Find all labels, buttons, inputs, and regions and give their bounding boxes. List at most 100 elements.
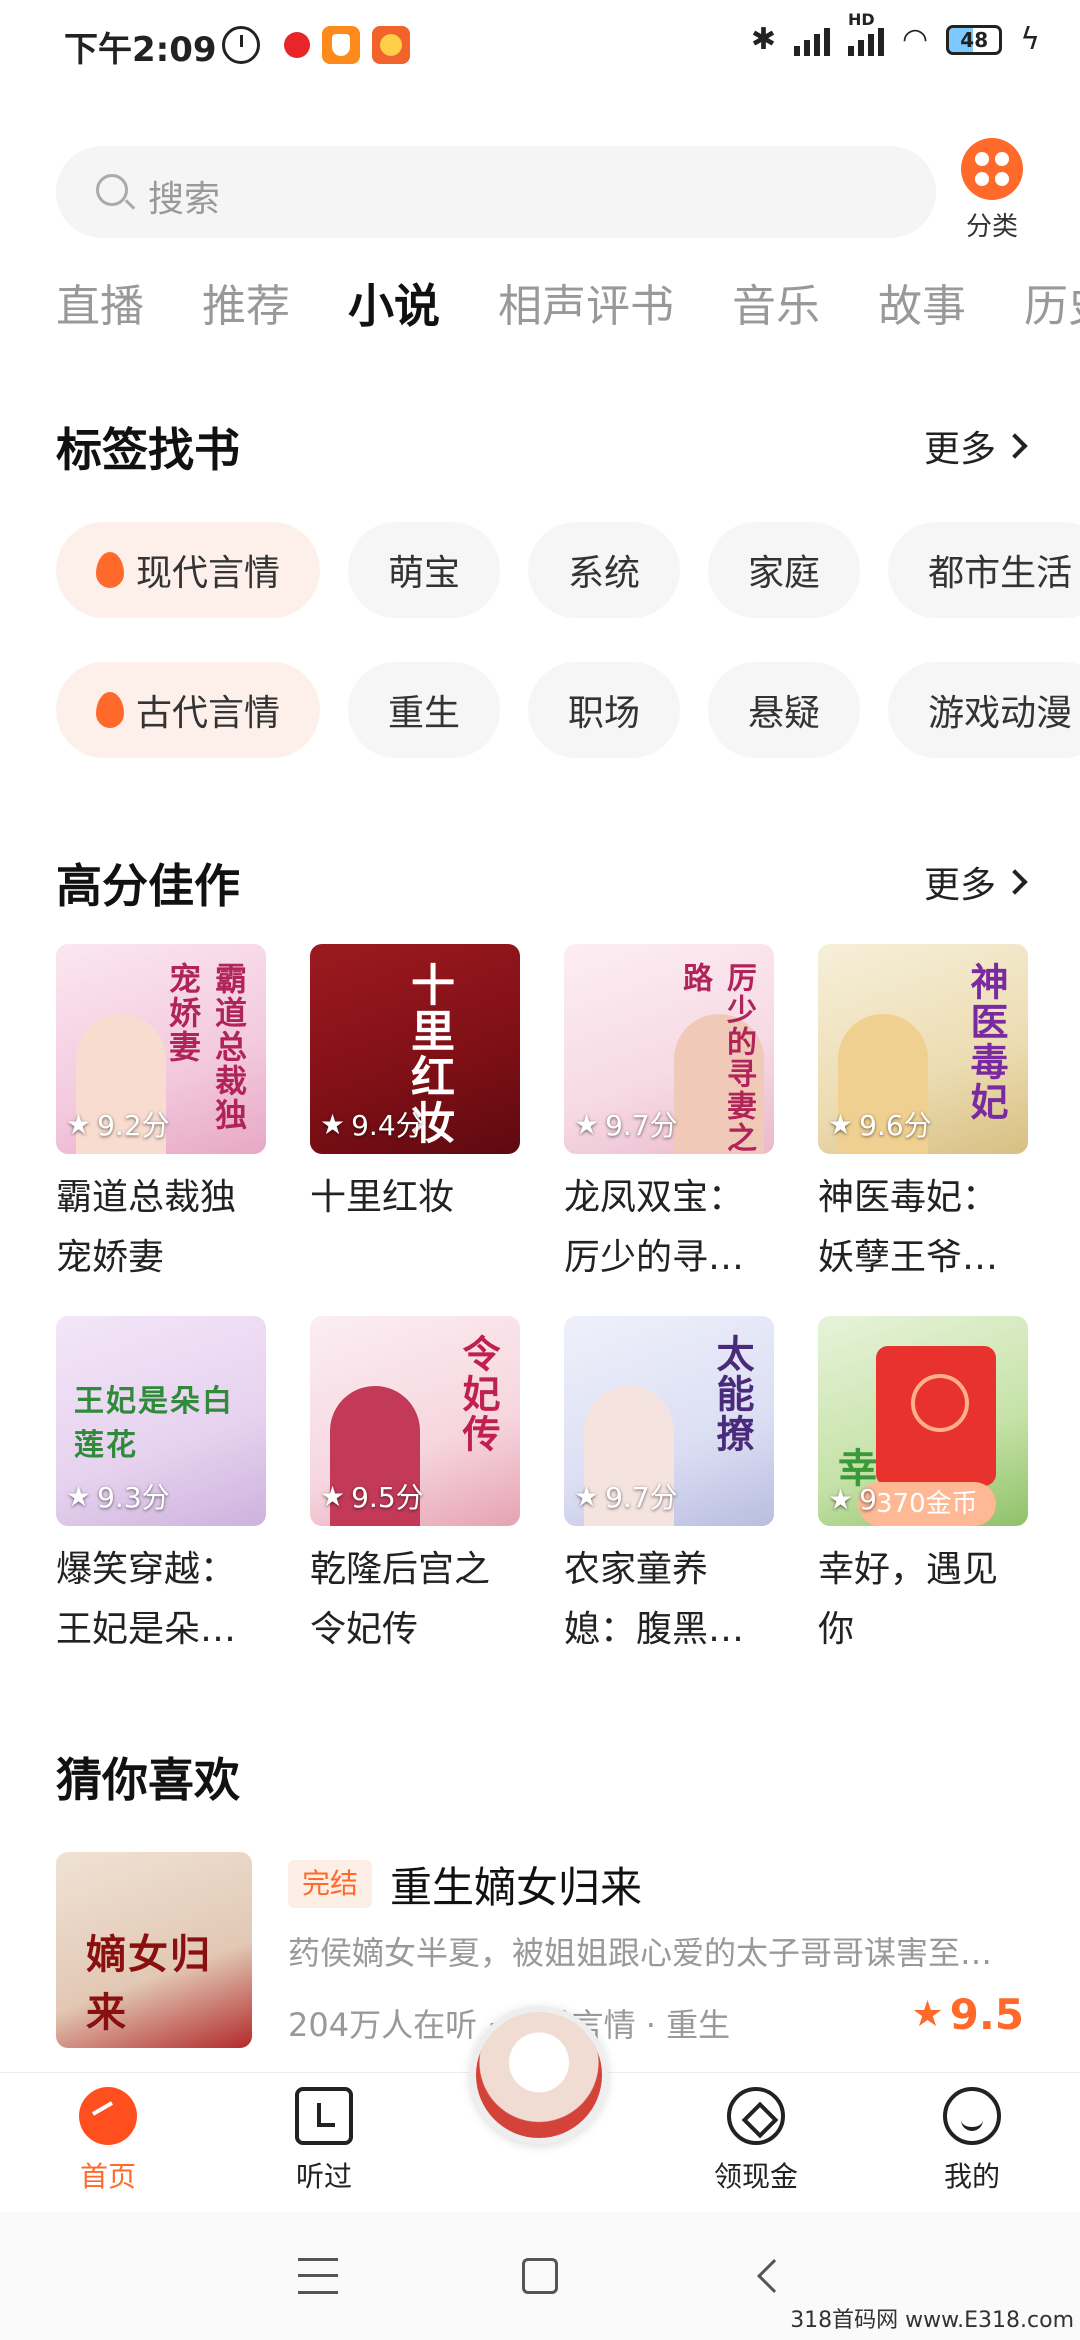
smile-icon: [943, 2087, 1001, 2145]
system-nav-bar: 318首码网 www.E318.com: [0, 2212, 1080, 2340]
high-score-title: 高分佳作: [56, 859, 240, 913]
battery-icon: 48: [946, 24, 1003, 55]
cover-title: 嫡女归来: [86, 1931, 212, 2036]
nav-home[interactable]: 首页: [48, 2087, 168, 2195]
category-button[interactable]: 分类: [956, 138, 1028, 243]
star-icon: ★: [574, 1107, 600, 1141]
cover-title: 神医毒妃: [964, 962, 1009, 1122]
book-score: ★ 9.7分: [574, 1476, 678, 1516]
tag-ancient-romance[interactable]: 古代言情: [56, 662, 321, 758]
tag-system[interactable]: 系统: [528, 522, 681, 618]
cover-title: 霸道总裁独宠娇妻: [164, 962, 248, 1132]
guess-title: 猜你喜欢: [56, 1753, 240, 1807]
tag-modern-romance[interactable]: 现代言情: [56, 522, 321, 618]
tab-novel[interactable]: 小说: [348, 270, 440, 360]
score-value: 9: [859, 1483, 877, 1516]
star-icon: ★: [320, 1479, 346, 1513]
book-title: 农家童养媳：腹黑…: [564, 1549, 745, 1650]
book-title: 乾隆后宫之令妃传: [310, 1549, 491, 1650]
category-icon: [961, 138, 1023, 200]
book-title: 幸好，遇见你: [818, 1549, 999, 1650]
alarm-icon: [222, 26, 260, 64]
tag-workplace[interactable]: 职场: [528, 662, 681, 758]
book-cover: 厉少的寻妻之路 ★ 9.7分: [564, 944, 774, 1154]
book-title: 神医毒妃：妖孽王爷…: [818, 1177, 999, 1278]
star-icon: ★: [828, 1107, 854, 1141]
category-label: 分类: [965, 212, 1018, 242]
nav-cash[interactable]: 领现金: [696, 2087, 816, 2195]
book-score: ★ 9.4分: [320, 1104, 424, 1144]
book-score: ★ 9.6分: [828, 1104, 932, 1144]
book-cover: 太能撩 ★ 9.7分: [564, 1316, 774, 1526]
book-score: ★ 9.3分: [66, 1476, 170, 1516]
book-score: ★ 9.5分: [320, 1476, 424, 1516]
nav-me[interactable]: 我的: [912, 2087, 1032, 2195]
star-icon: ★: [574, 1479, 600, 1513]
hd-label: HD: [848, 9, 875, 29]
book-card[interactable]: 霸道总裁独宠娇妻 ★ 9.2分 霸道总裁独宠娇妻: [56, 944, 266, 1288]
book-card[interactable]: 令妃传 ★ 9.5分 乾隆后宫之令妃传: [310, 1316, 520, 1660]
rec-book-cover[interactable]: 嫡女归来: [56, 1852, 252, 2048]
score-value: 9.5分: [351, 1481, 424, 1514]
tab-novel-label: 小说: [348, 279, 440, 333]
book-score: ★ 9.2分: [66, 1104, 170, 1144]
nav-cash-label: 领现金: [713, 2160, 798, 2193]
star-icon: ★: [320, 1107, 346, 1141]
tab-history[interactable]: 历史: [1024, 270, 1080, 360]
tag-mystery[interactable]: 悬疑: [708, 662, 861, 758]
home-square-icon[interactable]: [522, 2258, 558, 2294]
book-card[interactable]: 太能撩 ★ 9.7分 农家童养媳：腹黑…: [564, 1316, 774, 1660]
book-card[interactable]: 幸 370金币 ★ 9 幸好，遇见你: [818, 1316, 1028, 1660]
score-value: 9.7分: [605, 1109, 678, 1142]
tag-row-1: 现代言情 萌宝 系统 家庭 都市生活: [56, 522, 1080, 618]
channel-tabs: 直播 推荐 小说 相声评书 音乐 故事 历史: [56, 270, 1080, 360]
tag-more-link[interactable]: 更多: [924, 420, 1028, 472]
rec-book-desc: 药侯嫡女半夏，被姐姐跟心爱的太子哥哥谋害至…: [288, 1934, 993, 1972]
app-notification-icon: [278, 26, 316, 64]
tag-row-2: 古代言情 重生 职场 悬疑 游戏动漫: [56, 662, 1080, 758]
book-title: 霸道总裁独宠娇妻: [56, 1177, 237, 1278]
tab-crosstalk[interactable]: 相声评书: [498, 270, 674, 360]
high-score-more-link[interactable]: 更多: [923, 856, 1028, 908]
book-cover: 霸道总裁独宠娇妻 ★ 9.2分: [56, 944, 266, 1154]
more-label: 更多: [923, 865, 996, 906]
cash-icon: [727, 2087, 785, 2145]
tag-family[interactable]: 家庭: [708, 522, 861, 618]
flame-icon: [96, 692, 124, 728]
search-icon: [96, 174, 128, 206]
score-value: 9.4分: [351, 1109, 424, 1142]
star-icon: ★: [828, 1483, 854, 1516]
book-card[interactable]: 厉少的寻妻之路 ★ 9.7分 龙凤双宝：厉少的寻…: [564, 944, 774, 1288]
tab-recommend[interactable]: 推荐: [202, 270, 290, 360]
tab-story[interactable]: 故事: [878, 270, 966, 360]
tag-cute-baby[interactable]: 萌宝: [348, 522, 501, 618]
status-bar: 下午2:09 ✱ HD ◠ 48 ϟ: [0, 0, 1080, 100]
book-card[interactable]: 神医毒妃 ★ 9.6分 神医毒妃：妖孽王爷…: [818, 944, 1028, 1288]
shield-app-icon: [322, 26, 360, 64]
nav-history[interactable]: 听过: [264, 2087, 384, 2195]
red-packet-icon[interactable]: [876, 1346, 996, 1486]
menu-icon[interactable]: [298, 2258, 338, 2294]
score-value: 9.3分: [97, 1481, 170, 1514]
now-playing-disc[interactable]: [470, 2006, 608, 2144]
tag-section-title: 标签找书: [56, 423, 240, 477]
tag-game-anime[interactable]: 游戏动漫: [888, 662, 1080, 758]
rec-book-score: ★ 9.5: [911, 1990, 1024, 2039]
tag-rebirth[interactable]: 重生: [348, 662, 501, 758]
tag-urban-life[interactable]: 都市生活: [888, 522, 1080, 618]
rec-book-title[interactable]: 重生嫡女归来: [390, 1854, 642, 1915]
search-input[interactable]: 搜索: [56, 146, 936, 238]
star-icon: ★: [66, 1107, 92, 1141]
back-icon[interactable]: [757, 2259, 791, 2293]
book-card[interactable]: 王妃是朵白莲花 ★ 9.3分 爆笑穿越：王妃是朵…: [56, 1316, 266, 1660]
history-icon: [295, 2087, 353, 2145]
book-title: 爆笑穿越：王妃是朵…: [56, 1549, 237, 1650]
tab-live[interactable]: 直播: [56, 270, 144, 360]
cover-title: 王妃是朵白莲花: [74, 1384, 234, 1463]
star-icon: ★: [66, 1479, 92, 1513]
flame-icon: [96, 552, 124, 588]
completed-badge: 完结: [288, 1860, 373, 1908]
coin-badge[interactable]: 370金币: [858, 1482, 996, 1526]
book-card[interactable]: 十里红妆 ★ 9.4分 十里红妆: [310, 944, 520, 1288]
tab-music[interactable]: 音乐: [732, 270, 820, 360]
